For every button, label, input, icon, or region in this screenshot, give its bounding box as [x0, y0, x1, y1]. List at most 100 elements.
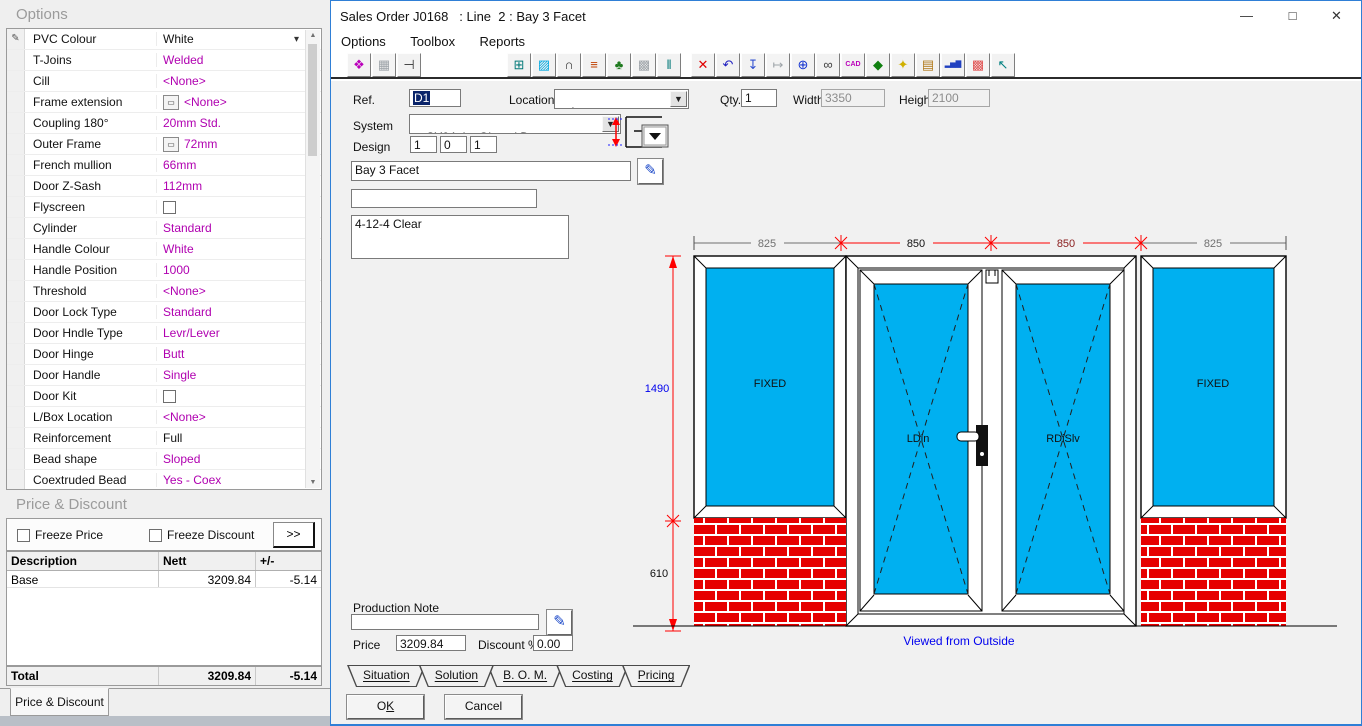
option-value-cell[interactable]: Levr/Lever: [157, 323, 321, 343]
ok-button[interactable]: OK: [347, 695, 424, 719]
freeze-price-option[interactable]: Freeze Price: [17, 528, 103, 542]
option-value-cell[interactable]: Sloped: [157, 449, 321, 469]
system-combo[interactable]: SY04 Int.Glazed Doors ▼: [409, 114, 621, 134]
option-value-cell[interactable]: Yes - Coex: [157, 470, 321, 490]
tab-price-discount[interactable]: Price & Discount: [10, 688, 109, 716]
option-value-cell[interactable]: <None>: [157, 71, 321, 91]
option-row[interactable]: Handle Position1000: [7, 260, 321, 281]
minimize-button[interactable]: —: [1224, 1, 1269, 30]
tab-b-o-m[interactable]: B. O. M.: [487, 665, 563, 687]
freeze-discount-option[interactable]: Freeze Discount: [149, 528, 254, 542]
option-row[interactable]: CylinderStandard: [7, 218, 321, 239]
torch-button[interactable]: ✦: [891, 53, 915, 77]
option-row[interactable]: L/Box Location<None>: [7, 407, 321, 428]
edit-description-button[interactable]: ✎: [638, 159, 663, 184]
option-checkbox[interactable]: [163, 390, 176, 403]
cylinder-hardware-button[interactable]: ∩: [557, 53, 581, 77]
door-assembly[interactable]: LDin RDiSlv: [846, 256, 1136, 626]
option-row[interactable]: Door Kit: [7, 386, 321, 407]
title-bar[interactable]: Sales Order J0168 : Line 2 : Bay 3 Facet…: [331, 1, 1361, 31]
collection-button[interactable]: ▭: [163, 137, 179, 152]
option-value-cell[interactable]: Butt: [157, 344, 321, 364]
option-value-cell[interactable]: [157, 197, 321, 217]
option-value-cell[interactable]: Full: [157, 428, 321, 448]
spec-list-button[interactable]: ≡: [582, 53, 606, 77]
chart-button[interactable]: ▂▅▇: [941, 53, 965, 77]
option-value-cell[interactable]: White▾: [157, 29, 321, 49]
option-value-cell[interactable]: 20mm Std.: [157, 113, 321, 133]
option-value-cell[interactable]: <None>: [157, 407, 321, 427]
area-select-button[interactable]: ▩: [632, 53, 656, 77]
tab-costing[interactable]: Costing: [556, 665, 629, 687]
option-row[interactable]: Coupling 180°20mm Std.: [7, 113, 321, 134]
glass-spec-box[interactable]: 4-12-4 Clear: [351, 215, 569, 259]
grid-select-button[interactable]: ▦: [372, 53, 396, 77]
window-design-button[interactable]: ⊞: [507, 53, 531, 77]
tab-situation[interactable]: Situation: [347, 665, 426, 687]
option-row[interactable]: Bead shapeSloped: [7, 449, 321, 470]
option-row[interactable]: ReinforcementFull: [7, 428, 321, 449]
option-row[interactable]: ✎PVC ColourWhite▾: [7, 29, 321, 50]
option-value-cell[interactable]: <None>: [157, 281, 321, 301]
value-dropdown-icon[interactable]: ▾: [294, 34, 299, 45]
option-value-cell[interactable]: Standard: [157, 302, 321, 322]
cad-button[interactable]: CAD: [841, 53, 865, 77]
menu-reports[interactable]: Reports: [470, 31, 536, 52]
tab-pricing[interactable]: Pricing: [622, 665, 691, 687]
tab-solution[interactable]: Solution: [419, 665, 494, 687]
pan-view-button[interactable]: ↖: [991, 53, 1015, 77]
frame-extension-button[interactable]: ⊣: [397, 53, 421, 77]
spectacles-3d-button[interactable]: ∞: [816, 53, 840, 77]
design-input-1[interactable]: 1: [410, 136, 437, 153]
design-input-3[interactable]: 1: [470, 136, 497, 153]
description-input[interactable]: Bay 3 Facet: [351, 161, 631, 181]
scroll-up-icon[interactable]: ▲: [306, 32, 320, 39]
option-value-cell[interactable]: 1000: [157, 260, 321, 280]
option-row[interactable]: Outer Frame▭72mm: [7, 134, 321, 155]
menu-toolbox[interactable]: Toolbox: [400, 31, 465, 52]
option-row[interactable]: Door HandleSingle: [7, 365, 321, 386]
option-row[interactable]: French mullion66mm: [7, 155, 321, 176]
delete-button[interactable]: ✕: [691, 53, 715, 77]
option-row[interactable]: T-JoinsWelded: [7, 50, 321, 71]
option-row[interactable]: Door Hndle TypeLevr/Lever: [7, 323, 321, 344]
expand-button[interactable]: >>: [273, 522, 315, 548]
undo-button[interactable]: ↶: [716, 53, 740, 77]
design-blocks-button[interactable]: ❖: [347, 53, 371, 77]
collection-button[interactable]: ▭: [163, 95, 179, 110]
production-note-input[interactable]: [351, 614, 539, 630]
colour-fill-button[interactable]: ◆: [866, 53, 890, 77]
option-checkbox[interactable]: [163, 201, 176, 214]
price-table-row[interactable]: Base3209.84-5.14: [7, 571, 321, 588]
glazing-button[interactable]: ▨: [532, 53, 556, 77]
close-button[interactable]: ✕: [1314, 1, 1359, 30]
options-scrollbar[interactable]: ▲ ▼: [305, 30, 320, 488]
price-input[interactable]: 3209.84: [396, 635, 466, 651]
option-value-cell[interactable]: Welded: [157, 50, 321, 70]
design-input-2[interactable]: 0: [440, 136, 467, 153]
option-row[interactable]: Handle ColourWhite: [7, 239, 321, 260]
option-row[interactable]: Cill<None>: [7, 71, 321, 92]
option-value-cell[interactable]: ▭<None>: [157, 92, 321, 112]
note-input[interactable]: [351, 189, 537, 208]
cancel-button[interactable]: Cancel: [445, 695, 522, 719]
location-dropdown-icon[interactable]: ▼: [670, 91, 687, 107]
report-folder-button[interactable]: ▤: [916, 53, 940, 77]
ref-input[interactable]: D1: [409, 89, 461, 107]
freeze-price-checkbox[interactable]: [17, 529, 30, 542]
maximize-button[interactable]: □: [1270, 1, 1315, 30]
location-combo[interactable]: Lounge ▼: [554, 89, 689, 109]
dimension-button[interactable]: ↧: [741, 53, 765, 77]
option-row[interactable]: Frame extension▭<None>: [7, 92, 321, 113]
discount-input[interactable]: 0.00: [533, 635, 573, 651]
option-row[interactable]: Door Z-Sash112mm: [7, 176, 321, 197]
freeze-discount-checkbox[interactable]: [149, 529, 162, 542]
left-fixed-window[interactable]: FIXED: [694, 256, 846, 518]
option-value-cell[interactable]: 66mm: [157, 155, 321, 175]
option-value-cell[interactable]: White: [157, 239, 321, 259]
option-row[interactable]: Coextruded BeadYes - Coex: [7, 470, 321, 490]
option-row[interactable]: Door Lock TypeStandard: [7, 302, 321, 323]
zoom-button[interactable]: ⊕: [791, 53, 815, 77]
scroll-down-icon[interactable]: ▼: [306, 479, 320, 486]
dimension-edit-button[interactable]: ↦: [766, 53, 790, 77]
